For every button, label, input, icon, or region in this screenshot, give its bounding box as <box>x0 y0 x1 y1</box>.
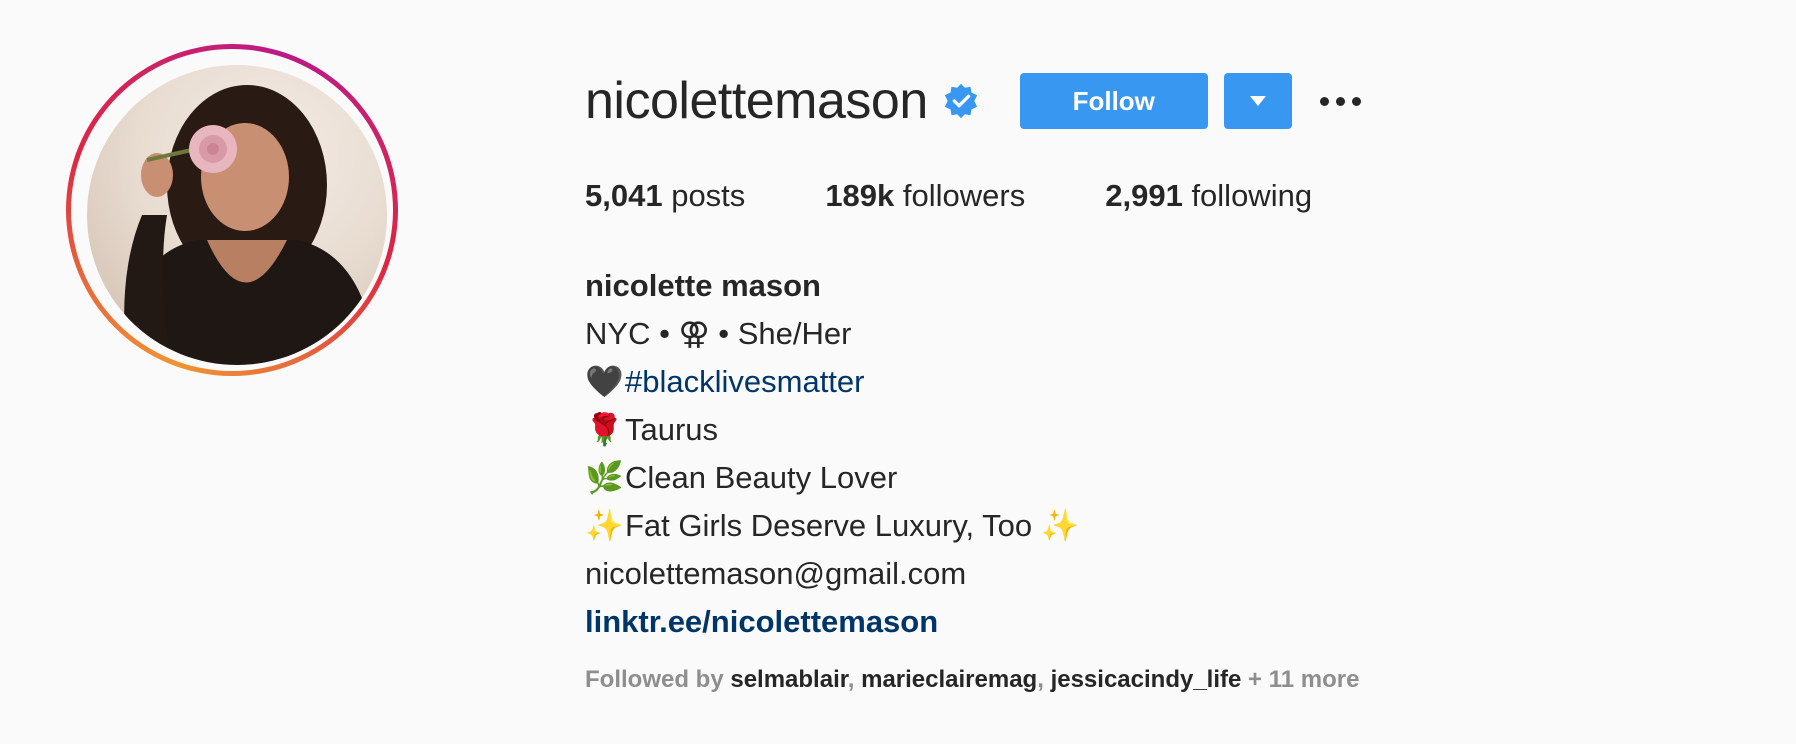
profile-stats: 5,041 posts 189k followers 2,991 followi… <box>585 178 1392 214</box>
bio-line-location: NYC • ⚢ • She/Her <box>585 316 852 351</box>
black-heart-icon: 🖤 <box>585 364 624 400</box>
profile-header: nicolettemason Follow <box>585 66 1361 136</box>
more-options-button[interactable] <box>1319 81 1361 121</box>
username: nicolettemason <box>585 72 928 130</box>
followed-by-account[interactable]: jessicacindy_life <box>1051 666 1242 693</box>
bio-zodiac-text: Taurus <box>625 412 719 447</box>
suggested-accounts-dropdown-button[interactable] <box>1223 73 1292 129</box>
profile-avatar[interactable] <box>66 44 398 376</box>
followers-label: followers <box>902 178 1026 213</box>
followed-by-account[interactable]: selmablair <box>730 666 847 693</box>
followed-by-prefix: Followed by <box>585 666 724 693</box>
bio-email: nicolettemason@gmail.com <box>585 556 967 591</box>
followed-by-account[interactable]: marieclairemag <box>861 666 1037 693</box>
bio-line-hashtag: 🖤#blacklivesmatter <box>585 358 1081 406</box>
followers-count: 189k <box>825 178 895 213</box>
posts-stat: 5,041 posts <box>585 178 745 214</box>
avatar-photo <box>87 65 387 365</box>
hashtag-link[interactable]: #blacklivesmatter <box>625 364 864 399</box>
followed-by-more[interactable]: + 11 more <box>1248 666 1359 693</box>
bio-line-zodiac: 🌹Taurus <box>585 406 1081 454</box>
following-count: 2,991 <box>1105 178 1183 213</box>
more-options-icon <box>1319 96 1329 106</box>
profile-bio: nicolette mason NYC • ⚢ • She/Her 🖤#blac… <box>585 262 1081 646</box>
following-label: following <box>1191 178 1313 213</box>
avatar-illustration <box>117 85 377 365</box>
bio-tagline-text: Fat Girls Deserve Luxury, Too <box>625 508 1033 543</box>
website-link[interactable]: linktr.ee/nicolettemason <box>585 598 1081 646</box>
rose-icon: 🌹 <box>585 412 624 448</box>
bio-beauty-text: Clean Beauty Lover <box>625 460 898 495</box>
posts-label: posts <box>671 178 746 213</box>
full-name: nicolette mason <box>585 268 821 303</box>
sparkles-icon: ✨ <box>1040 508 1080 544</box>
followed-by[interactable]: Followed by selmablair, marieclairemag, … <box>585 666 1359 694</box>
caret-down-icon <box>1249 96 1266 106</box>
profile-page: nicolettemason Follow 5,041 posts 189k f… <box>0 0 1796 744</box>
posts-count: 5,041 <box>585 178 663 213</box>
bio-line-beauty: 🌿Clean Beauty Lover <box>585 454 1081 502</box>
followers-stat[interactable]: 189k followers <box>825 178 1025 214</box>
follow-button[interactable]: Follow <box>1019 73 1208 129</box>
sparkles-icon: ✨ <box>585 508 624 544</box>
verified-badge-icon <box>942 82 980 120</box>
following-stat[interactable]: 2,991 following <box>1105 178 1312 214</box>
bio-line-tagline: ✨Fat Girls Deserve Luxury, Too ✨ <box>585 502 1081 550</box>
herb-icon: 🌿 <box>585 460 624 496</box>
